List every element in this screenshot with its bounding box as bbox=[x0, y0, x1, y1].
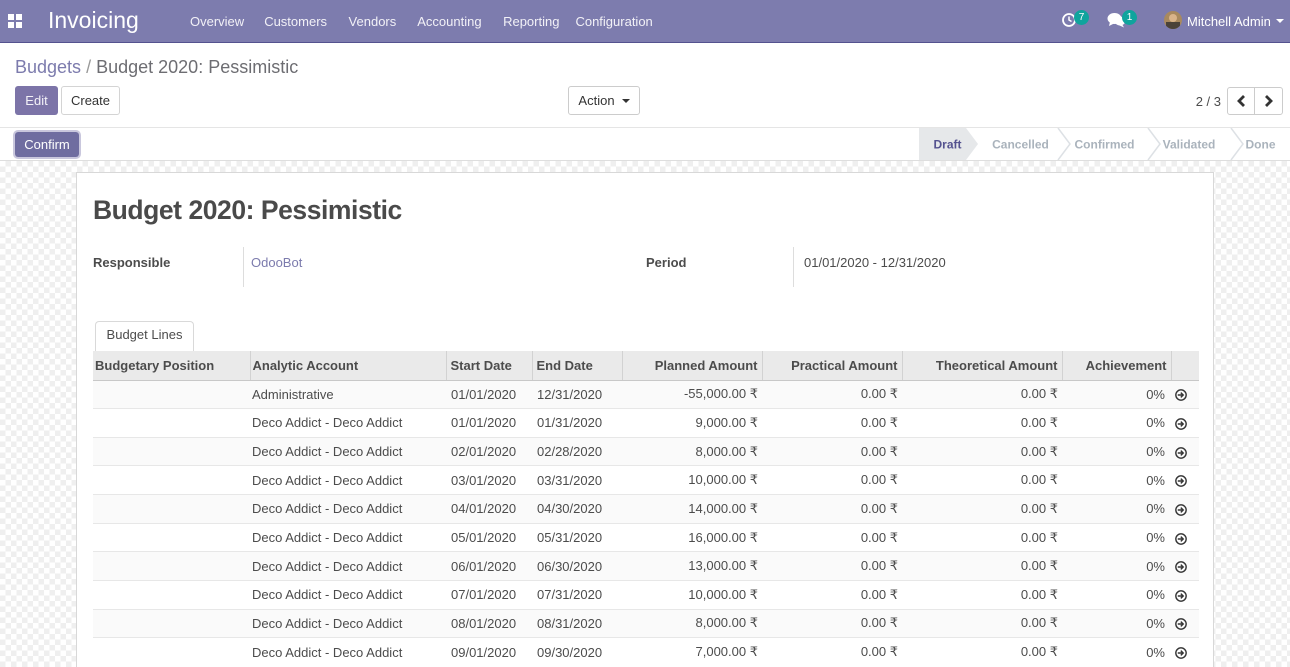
svg-text:Confirmed: Confirmed bbox=[1075, 138, 1135, 152]
svg-text:Draft: Draft bbox=[933, 138, 961, 152]
svg-text:Done: Done bbox=[1246, 138, 1276, 152]
svg-text:Cancelled: Cancelled bbox=[992, 138, 1049, 152]
svg-text:Validated: Validated bbox=[1163, 138, 1216, 152]
